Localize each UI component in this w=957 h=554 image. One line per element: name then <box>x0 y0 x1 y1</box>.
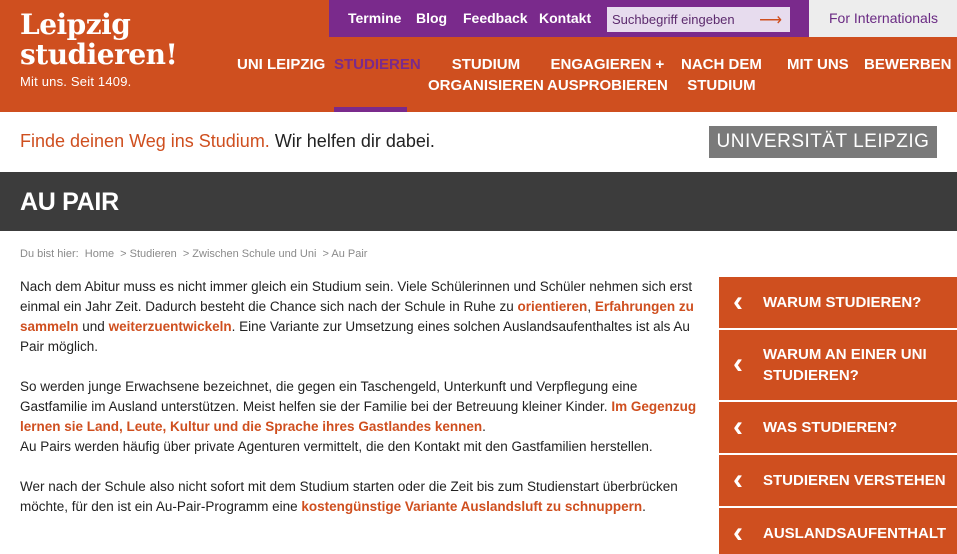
nav-label: NACH DEM <box>681 56 762 73</box>
nav-nach-dem-studium[interactable]: NACH DEM STUDIUM <box>681 54 762 96</box>
p3-text-2: . <box>642 499 646 514</box>
top-bar: Termine Blog Feedback Kontakt Suchbegrif… <box>329 0 809 37</box>
page-title: AU PAIR <box>20 188 119 216</box>
arrow-right-icon[interactable]: ⟶ <box>759 10 782 30</box>
breadcrumb-current: > Au Pair <box>322 248 368 260</box>
nav-bewerben[interactable]: BEWERBEN <box>864 54 952 75</box>
link-auslandsluft-schnuppern[interactable]: kostengünstige Variante Auslandsluft zu … <box>301 499 642 514</box>
logo-line2: studieren! <box>20 38 178 71</box>
nav-label-line2: STUDIUM <box>687 77 756 94</box>
nav-studium-organisieren[interactable]: STUDIUM ORGANISIEREN <box>428 54 544 96</box>
nav-label: BEWERBEN <box>864 56 952 73</box>
nav-label: UNI LEIPZIG <box>237 56 326 73</box>
logo-subtitle: Mit uns. Seit 1409. <box>20 74 132 89</box>
sidebar-item-label: WARUM STUDIEREN? <box>763 294 922 311</box>
p2-text-2: . <box>482 419 486 434</box>
p2-text-3: Au Pairs werden häufig über private Agen… <box>20 439 653 454</box>
nav-mit-uns[interactable]: MIT UNS <box>787 54 849 75</box>
university-logo[interactable]: UNIVERSITÄT LEIPZIG <box>709 126 937 158</box>
link-for-internationals[interactable]: For Internationals <box>829 10 938 26</box>
nav-label-line2: AUSPROBIEREN <box>547 77 668 94</box>
nav-engagieren-ausprobieren[interactable]: ENGAGIEREN + AUSPROBIEREN <box>547 54 668 96</box>
nav-label: STUDIUM <box>451 56 521 73</box>
sidebar-item-warum-studieren[interactable]: ‹ WARUM STUDIEREN? <box>719 277 957 328</box>
link-feedback[interactable]: Feedback <box>463 10 528 26</box>
sidebar: ‹ WARUM STUDIEREN? ‹ WARUM AN EINER UNI S… <box>719 277 957 554</box>
chevron-left-icon: ‹ <box>733 285 743 318</box>
breadcrumb-home[interactable]: Home <box>85 248 114 260</box>
breadcrumb-zwischen-schule-und-uni[interactable]: > Zwischen Schule und Uni <box>183 248 317 260</box>
nav-label-line2: ORGANISIEREN <box>428 77 544 94</box>
slogan-highlight: Finde deinen Weg ins Studium. <box>20 131 270 151</box>
slogan: Finde deinen Weg ins Studium. Wir helfen… <box>20 131 435 152</box>
chevron-left-icon: ‹ <box>733 516 743 549</box>
breadcrumb-studieren[interactable]: > Studieren <box>120 248 177 260</box>
link-blog[interactable]: Blog <box>416 10 447 26</box>
logo-line1: Leipzig <box>20 8 131 41</box>
search-input[interactable]: Suchbegriff eingeben ⟶ <box>607 7 790 32</box>
nav-label: MIT UNS <box>787 56 849 73</box>
university-logo-text: UNIVERSITÄT LEIPZIG <box>716 131 930 152</box>
link-orientieren[interactable]: orientieren <box>518 299 588 314</box>
nav-studieren[interactable]: STUDIEREN <box>334 54 421 75</box>
international-box: For Internationals <box>809 0 957 37</box>
sidebar-item-label-line2: STUDIEREN? <box>763 367 859 384</box>
site-header: Leipzig studieren! Mit uns. Seit 1409. T… <box>0 0 957 112</box>
active-nav-indicator <box>334 107 407 112</box>
sidebar-item-label: AUSLANDSAUFENTHALT <box>763 525 947 542</box>
title-band: AU PAIR <box>0 172 957 231</box>
nav-label: ENGAGIEREN + <box>550 56 665 73</box>
search-placeholder: Suchbegriff eingeben <box>612 12 735 27</box>
chevron-left-icon: ‹ <box>733 347 743 380</box>
link-termine[interactable]: Termine <box>348 10 401 26</box>
sidebar-item-label-line1: WARUM AN EINER UNI <box>763 346 927 363</box>
sidebar-item-warum-an-einer-uni[interactable]: ‹ WARUM AN EINER UNI STUDIEREN? <box>719 330 957 400</box>
main-content: Nach dem Abitur muss es nicht immer glei… <box>20 277 700 537</box>
slogan-rest: Wir helfen dir dabei. <box>269 131 435 151</box>
site-logo[interactable]: Leipzig studieren! Mit uns. Seit 1409. <box>20 8 178 90</box>
chevron-left-icon: ‹ <box>733 463 743 496</box>
nav-label: STUDIEREN <box>334 56 421 73</box>
link-weiterzuentwickeln[interactable]: weiterzuentwickeln <box>109 319 232 334</box>
nav-uni-leipzig[interactable]: UNI LEIPZIG <box>237 54 325 75</box>
sidebar-item-label: STUDIEREN VERSTEHEN <box>763 472 946 489</box>
sidebar-item-label: WAS STUDIEREN? <box>763 419 898 436</box>
p1-text-3: und <box>78 319 109 334</box>
chevron-left-icon: ‹ <box>733 410 743 443</box>
breadcrumb-label: Du bist hier: <box>20 248 79 260</box>
paragraph-1: Nach dem Abitur muss es nicht immer glei… <box>20 277 700 357</box>
link-kontakt[interactable]: Kontakt <box>539 10 591 26</box>
sidebar-item-studieren-verstehen[interactable]: ‹ STUDIEREN VERSTEHEN <box>719 455 957 506</box>
breadcrumb: Du bist hier: Home > Studieren > Zwische… <box>20 248 370 260</box>
sidebar-item-auslandsaufenthalt[interactable]: ‹ AUSLANDSAUFENTHALT <box>719 508 957 554</box>
p1-text-2: , <box>587 299 595 314</box>
sidebar-item-label: WARUM AN EINER UNI STUDIEREN? <box>763 344 927 386</box>
sidebar-item-was-studieren[interactable]: ‹ WAS STUDIEREN? <box>719 402 957 453</box>
paragraph-3: Wer nach der Schule also nicht sofort mi… <box>20 477 700 517</box>
paragraph-2: So werden junge Erwachsene bezeichnet, d… <box>20 377 700 457</box>
p2-text-1: So werden junge Erwachsene bezeichnet, d… <box>20 379 638 414</box>
